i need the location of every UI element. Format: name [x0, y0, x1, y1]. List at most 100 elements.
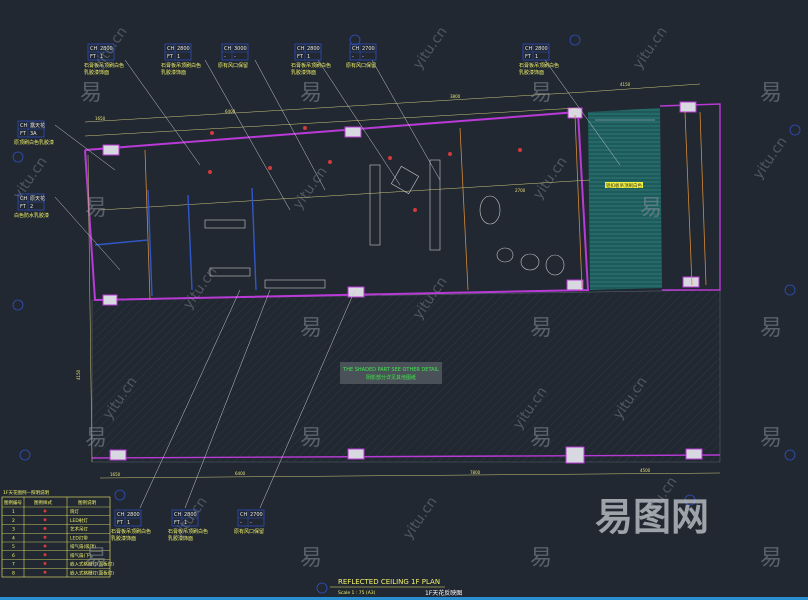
svg-text:1650: 1650 [110, 472, 121, 477]
svg-text:7800: 7800 [470, 470, 481, 475]
callout-value: 2700 [250, 512, 263, 518]
callout-key: CH [20, 123, 27, 129]
legend-row-desc: 艺术吊灯 [70, 526, 88, 533]
svg-text:4150: 4150 [76, 369, 81, 380]
watermark-char: 易 [85, 426, 107, 451]
callout-key: CH [297, 46, 304, 52]
shaded-note-cn: 阴影部分详见其他图纸 [366, 374, 416, 381]
watermark-char: 易 [80, 81, 102, 106]
callout-value: 3A [30, 131, 37, 137]
watermark-char: 易 [760, 546, 782, 571]
callout-value: 1 [535, 54, 538, 60]
callout-note: 原顶刷白色乳胶漆 [14, 139, 54, 146]
callout-note: 白色防水乳胶漆 [14, 212, 49, 219]
callout-tag[interactable]: CH 2800FT 1 石膏板吊顶刷白色乳胶漆饰面 [111, 509, 151, 542]
callout-key: CH [167, 46, 174, 52]
legend-row-desc: LED射灯 [70, 517, 88, 524]
drawing-scale: Scale 1 : 75 (A3) [338, 590, 376, 596]
watermark-char: 易 [530, 81, 552, 106]
legend-symbol-icon [43, 553, 47, 557]
watermark-url: yitu.cn [750, 134, 790, 182]
legend-row-number: 4 [12, 535, 15, 541]
callout-note: 乳胶漆饰面 [291, 69, 316, 76]
callout-tag[interactable]: CH 2800FT 1 石膏板吊顶刷白色乳胶漆饰面 [161, 43, 201, 76]
watermark-char: 易 [530, 546, 552, 571]
callout-note: 乳胶漆饰面 [161, 69, 186, 76]
callout-note: 石膏板吊顶刷白色 [291, 62, 331, 69]
watermark-char: 易 [300, 316, 322, 341]
watermark-char: 易 [530, 316, 552, 341]
watermark-url: yitu.cn [630, 24, 670, 72]
callout-tag[interactable]: CH 2800FT 1 石膏板吊顶刷白色乳胶漆饰面 [291, 43, 331, 76]
callout-value: 3000 [234, 46, 247, 52]
callout-value: 2800 [307, 46, 320, 52]
svg-text:4150: 4150 [620, 82, 631, 87]
callout-key: FT [20, 131, 27, 137]
room-label: 铝扣板吊顶刷白色 [606, 182, 642, 189]
callout-tag[interactable]: CH 2700 - - 原有风口保留 [234, 509, 265, 535]
callout-note: 石膏板吊顶刷白色 [161, 62, 201, 69]
callout-value: 原天花 [30, 195, 45, 202]
callout-tag[interactable]: CH 3000 - - 原有风口保留 [218, 43, 249, 69]
callout-note: 原有风口保留 [234, 528, 264, 535]
watermark-logo: 易图网 [595, 495, 709, 539]
svg-text:图例编号: 图例编号 [4, 499, 22, 506]
callout-value: 露天花 [30, 122, 45, 129]
callout-key: CH [117, 512, 124, 518]
callout-key: FT [297, 54, 304, 60]
legend-row-number: 6 [12, 553, 15, 559]
callout-value: - [234, 54, 236, 60]
watermark-char: 易 [300, 546, 322, 571]
furniture [204, 119, 655, 289]
callout-key: CH [224, 46, 231, 52]
watermark-url: yitu.cn [410, 24, 450, 72]
callout-key: - [224, 54, 226, 60]
legend-row-number: 1 [12, 509, 15, 515]
watermark-url: yitu.cn [400, 494, 440, 542]
svg-text:图例说明: 图例说明 [78, 499, 96, 506]
callout-note: 原有风口保留 [218, 62, 248, 69]
callout-tag[interactable]: CH 露天花FT 3A 原顶刷白色乳胶漆 [14, 120, 54, 146]
wall-outer-right [659, 103, 721, 291]
callout-key: FT [117, 520, 124, 526]
callout-value: - [250, 520, 252, 526]
svg-text:1650: 1650 [95, 116, 106, 121]
cad-drawing-canvas[interactable]: 1650 6400 3800 4150 2700 1650 6400 7800 … [0, 0, 808, 600]
drawing-title-cn: 1F天花反映图 [425, 589, 462, 597]
watermark-char: 易 [300, 81, 322, 106]
callout-value: - [362, 54, 364, 60]
legend-symbol-icon [43, 518, 47, 522]
legend-symbol-icon [43, 509, 47, 513]
light-fixtures [208, 126, 522, 212]
watermark-char: 易 [760, 81, 782, 106]
callout-note: 原有风口保留 [346, 62, 376, 69]
watermark-char: 易 [300, 426, 322, 451]
svg-text:6400: 6400 [235, 471, 246, 476]
callout-key: CH [240, 512, 247, 518]
callout-value: 2700 [362, 46, 375, 52]
svg-text:4500: 4500 [640, 468, 651, 473]
watermark-char: 易 [640, 196, 662, 221]
legend-row-number: 7 [12, 562, 15, 568]
legend-row-number: 8 [12, 570, 15, 576]
callout-key: FT [20, 204, 27, 210]
watermark-url: yitu.cn [290, 164, 330, 212]
legend-symbol-icon [43, 535, 47, 539]
legend-symbol-icon [43, 544, 47, 548]
legend-row-desc: 筒灯 [70, 508, 79, 515]
drawing-title: REFLECTED CEILING 1F PLAN [338, 578, 440, 586]
svg-text:图例样式: 图例样式 [34, 499, 52, 506]
svg-text:6400: 6400 [225, 109, 236, 114]
svg-text:2700: 2700 [515, 188, 526, 193]
watermark-char: 易 [530, 426, 552, 451]
callout-note: 石膏板吊顶刷白色 [111, 528, 151, 535]
callout-key: CH [352, 46, 359, 52]
callout-value: 1 [177, 54, 180, 60]
callout-key: CH [525, 46, 532, 52]
legend-symbol-icon [43, 570, 47, 574]
callout-note: 乳胶漆饰面 [111, 535, 136, 542]
callout-value: 2 [30, 204, 33, 210]
callout-tag[interactable]: CH 2700 - - 原有风口保留 [346, 43, 377, 69]
legend-symbol-icon [43, 527, 47, 530]
callout-key: - [240, 520, 242, 526]
